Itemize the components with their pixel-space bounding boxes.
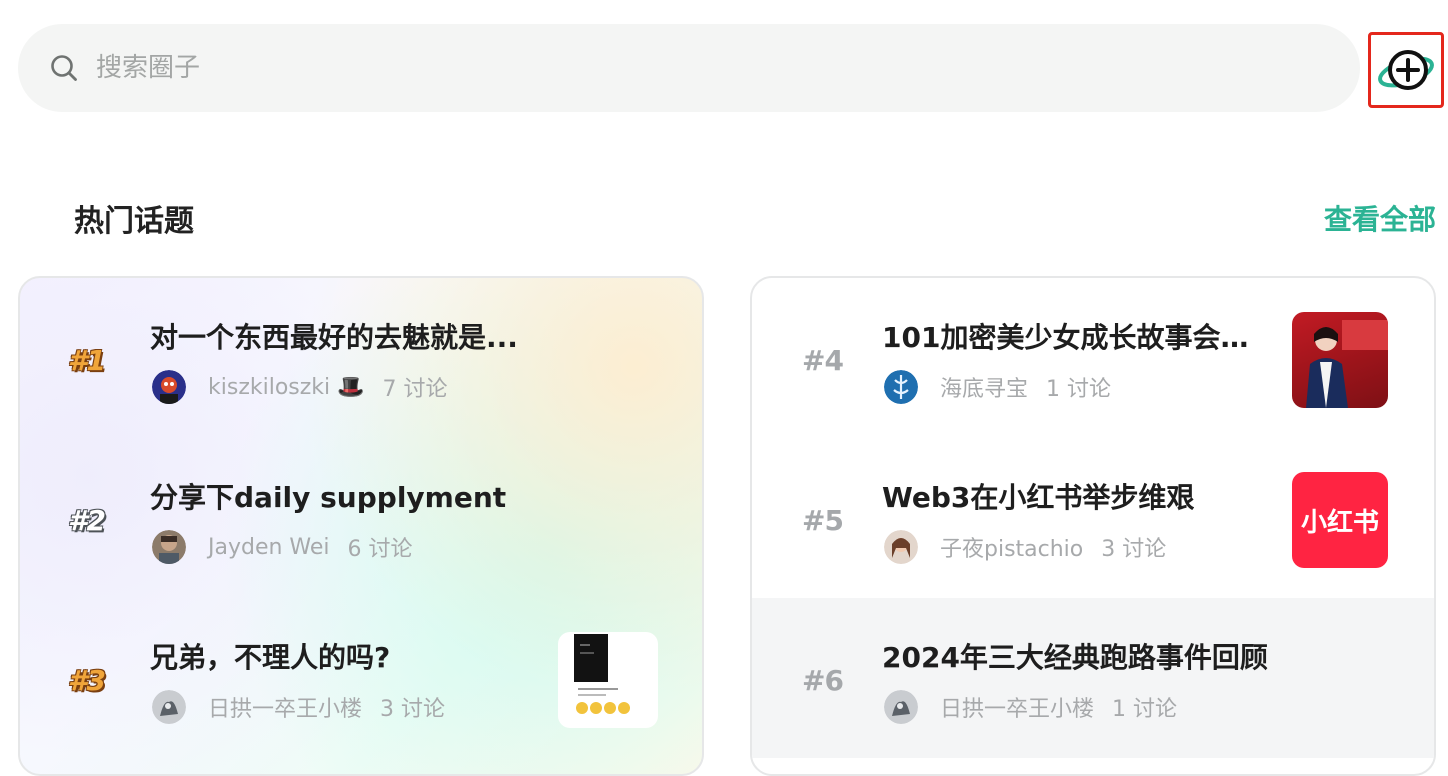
- discussion-count: 1 讨论: [1112, 697, 1178, 722]
- search-icon: [51, 55, 77, 81]
- view-all-link[interactable]: 查看全部: [1324, 198, 1436, 238]
- search-bar[interactable]: [18, 24, 1360, 112]
- avatar: [884, 690, 918, 724]
- topic-item[interactable]: #2 分享下daily supplyment Jayden Wei 6 讨论: [20, 438, 702, 598]
- topic-meta: 日拱一卒王小楼 3 讨论: [152, 690, 445, 724]
- rank-badge: #6: [802, 664, 844, 697]
- topic-meta: kiszkiloszki 🎩 7 讨论: [152, 370, 448, 404]
- topic-title: 兄弟，不理人的吗?: [150, 641, 391, 674]
- topic-meta: 子夜pistachio 3 讨论: [884, 530, 1166, 564]
- discussion-count: 3 讨论: [1101, 537, 1167, 562]
- section-title: 热门话题: [74, 204, 194, 239]
- discussion-count: 3 讨论: [380, 697, 446, 722]
- topic-title: 对一个东西最好的去魅就是...: [150, 321, 518, 354]
- author-name: Jayden Wei: [208, 534, 330, 560]
- author-name: 日拱一卒王小楼: [208, 697, 363, 722]
- discussion-count: 6 讨论: [347, 537, 413, 562]
- topic-item[interactable]: #6 2024年三大经典跑路事件回顾 日拱一卒王小楼 1 讨论: [752, 598, 1434, 758]
- rank-badge: #1: [68, 344, 106, 377]
- topic-title: Web3在小红书举步维艰: [882, 481, 1195, 514]
- hot-topics-panel-right: #4 101加密美少女成长故事会（... 海底寻宝 1 讨论 #5 Web3在小…: [750, 276, 1436, 776]
- author-name: kiszkiloszki 🎩: [208, 374, 365, 400]
- author-name: 子夜pistachio: [940, 537, 1084, 562]
- topic-item[interactable]: #5 Web3在小红书举步维艰 子夜pistachio 3 讨论 小红书: [752, 438, 1434, 598]
- topic-item[interactable]: #4 101加密美少女成长故事会（... 海底寻宝 1 讨论: [752, 278, 1434, 438]
- search-input[interactable]: [94, 52, 1298, 84]
- avatar: [152, 370, 186, 404]
- topic-title: 分享下daily supplyment: [150, 481, 507, 514]
- topic-meta: 日拱一卒王小楼 1 讨论: [884, 690, 1177, 724]
- rank-badge: #4: [802, 344, 844, 377]
- topic-item[interactable]: #3 兄弟，不理人的吗? 日拱一卒王小楼 3 讨论: [20, 598, 702, 758]
- topic-meta: Jayden Wei 6 讨论: [152, 530, 413, 564]
- topic-item[interactable]: #1 对一个东西最好的去魅就是... kiszkiloszki 🎩 7 讨论: [20, 278, 702, 438]
- avatar: [152, 690, 186, 724]
- avatar: [884, 370, 918, 404]
- topic-title: 2024年三大经典跑路事件回顾: [882, 641, 1268, 674]
- discussion-count: 1 讨论: [1046, 377, 1112, 402]
- topic-thumbnail: [1292, 312, 1388, 408]
- hot-topics-panel-left: #1 对一个东西最好的去魅就是... kiszkiloszki 🎩 7 讨论 #…: [18, 276, 704, 776]
- rank-badge: #2: [68, 504, 106, 537]
- topic-meta: 海底寻宝 1 讨论: [884, 370, 1111, 404]
- discussion-count: 7 讨论: [382, 377, 448, 402]
- avatar: [884, 530, 918, 564]
- xiaohongshu-logo: 小红书: [1292, 472, 1388, 568]
- topic-title: 101加密美少女成长故事会（...: [882, 321, 1272, 354]
- create-circle-icon: [1378, 50, 1434, 90]
- rank-badge: #3: [68, 664, 106, 697]
- rank-badge: #5: [802, 504, 844, 537]
- topic-thumbnail: [558, 632, 658, 728]
- author-name: 海底寻宝: [940, 377, 1029, 402]
- create-circle-button[interactable]: [1368, 32, 1444, 108]
- avatar: [152, 530, 186, 564]
- author-name: 日拱一卒王小楼: [940, 697, 1095, 722]
